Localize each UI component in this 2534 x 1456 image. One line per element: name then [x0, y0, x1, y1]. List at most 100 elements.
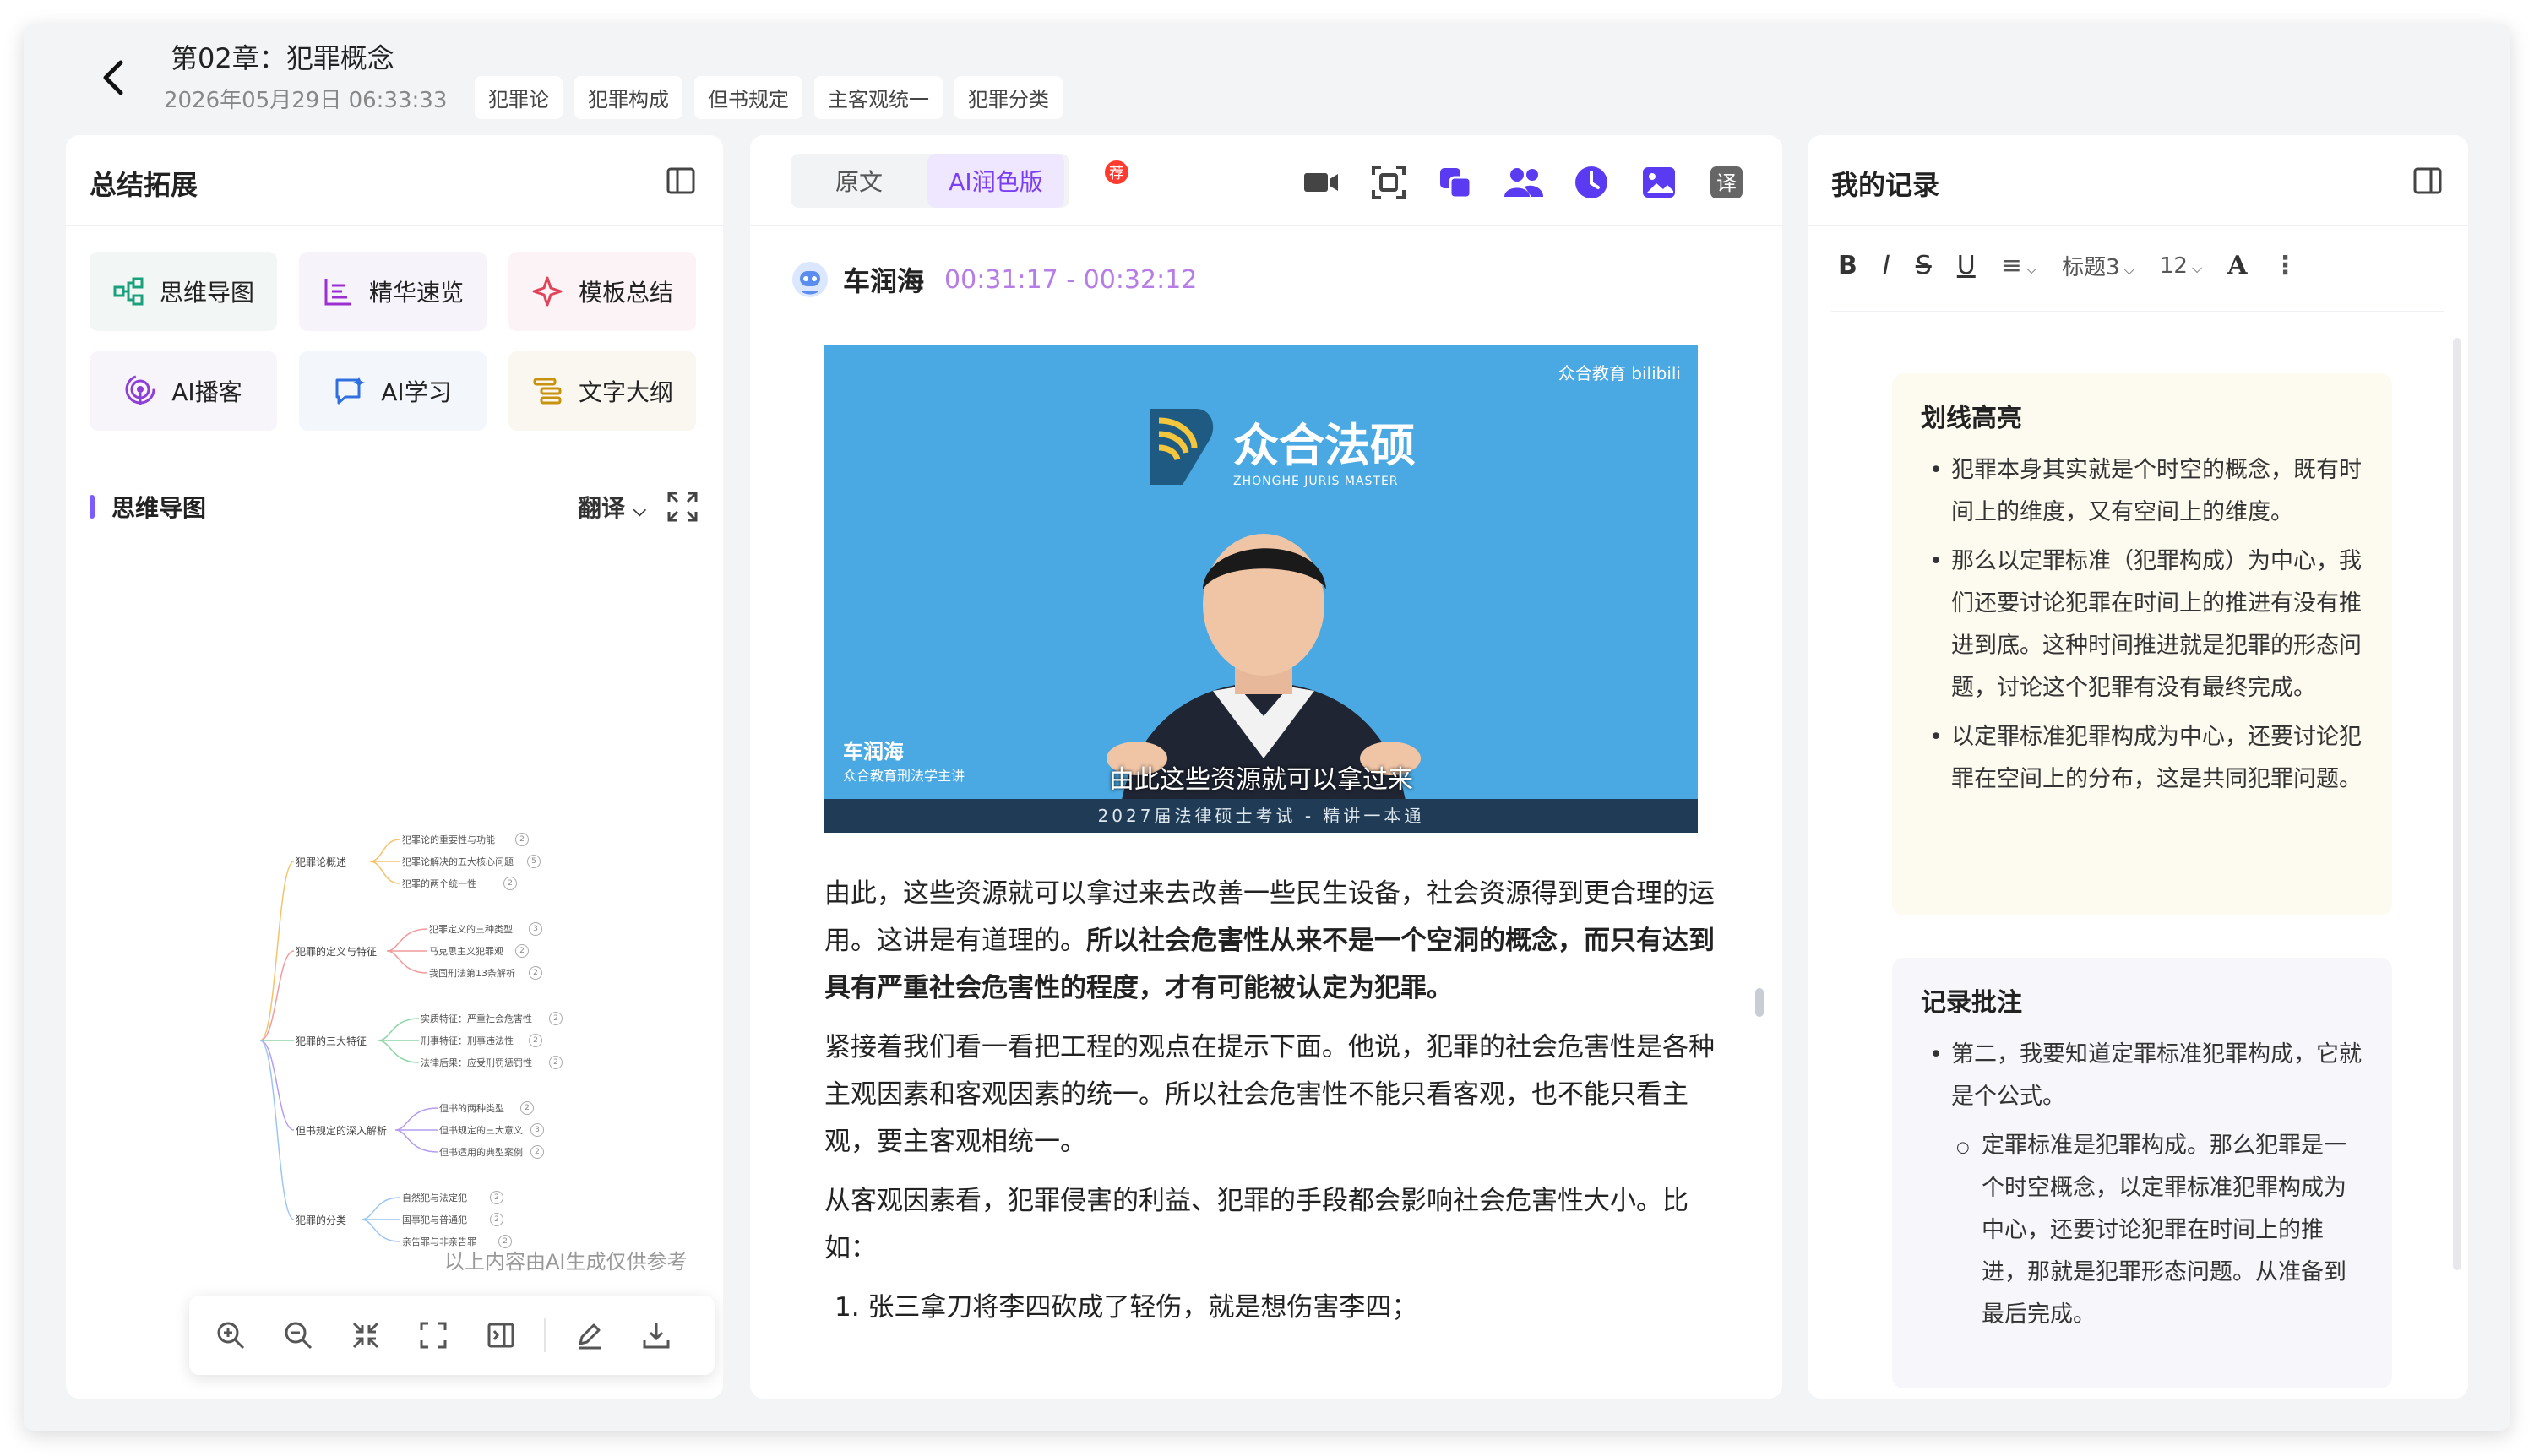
speaker-timestamp[interactable]: 00:31:17 - 00:32:12	[944, 265, 1197, 295]
underline-button[interactable]: U	[1957, 251, 1976, 280]
heading-dropdown[interactable]: 标题3 ⌵	[2062, 250, 2134, 281]
collapse-all-button[interactable]	[341, 1311, 390, 1360]
mindmap-leaf[interactable]: 马克思主义犯罪观	[429, 944, 503, 958]
tab-original[interactable]: 原文	[791, 154, 927, 208]
tab-ai-polished[interactable]: AI润色版	[927, 154, 1064, 208]
transcript-list-item: 1. 张三拿刀将李四砍成了轻伤，就是想伤害李四；	[835, 1292, 1418, 1323]
mindmap-leaf[interactable]: 但书规定的三大意义	[439, 1123, 523, 1137]
mindmap-leaf[interactable]: 国事犯与普通犯	[402, 1213, 467, 1226]
video-camera-icon	[1304, 173, 1338, 192]
strikethrough-button[interactable]: S	[1916, 251, 1932, 280]
mindmap-node[interactable]: 犯罪的分类	[296, 1213, 346, 1227]
annotation-sub-item[interactable]: 定罪标准是犯罪构成。那么犯罪是一个时空概念，以定罪标准犯罪构成为中心，还要讨论犯…	[1921, 1125, 2363, 1336]
outline-tool-button[interactable]: 文字大纲	[508, 351, 696, 431]
count-badge: 2	[490, 1191, 503, 1204]
speakers-button[interactable]	[1502, 160, 1546, 204]
mindmap-node[interactable]: 犯罪论概述	[296, 855, 346, 869]
mindmap-leaf[interactable]: 我国刑法第13条解析	[429, 966, 515, 980]
timestamp-button[interactable]	[1569, 160, 1613, 204]
translate-button[interactable]: 译	[1705, 160, 1748, 204]
mindmap-leaf[interactable]: 法律后果：应受刑罚惩罚性	[421, 1056, 532, 1069]
side-panel-button[interactable]	[476, 1311, 525, 1360]
tag-chip[interactable]: 犯罪分类	[954, 76, 1063, 119]
count-badge: 3	[530, 1123, 544, 1137]
highlight-item[interactable]: 那么以定罪标准（犯罪构成）为中心，我们还要讨论犯罪在时间上的推进有没有推进到底。…	[1921, 541, 2363, 709]
transcript-header: 原文 AI润色版 荐 译	[750, 135, 1782, 226]
highlight-item[interactable]: 以定罪标准犯罪构成为中心，还要讨论犯罪在空间上的分布，这是共同犯罪问题。	[1921, 716, 2363, 801]
annotation-item[interactable]: 第二，我要知道定罪标准犯罪构成，它就是个公式。	[1921, 1034, 2363, 1118]
video-button[interactable]	[1299, 160, 1343, 204]
video-player[interactable]: 众合教育 bilibili 众合法硕 ZHONGHE JURIS MASTER …	[824, 345, 1698, 833]
annotation-card: 记录批注 第二，我要知道定罪标准犯罪构成，它就是个公式。 定罪标准是犯罪构成。那…	[1892, 958, 2392, 1388]
svg-text:译: 译	[1716, 171, 1737, 195]
align-dropdown[interactable]: ≡ ⌵	[2001, 251, 2036, 280]
podcast-tool-button[interactable]: AI播客	[90, 351, 277, 431]
zoom-out-button[interactable]	[274, 1311, 323, 1360]
tag-chip[interactable]: 但书规定	[694, 76, 802, 119]
mindmap-leaf[interactable]: 犯罪定义的三种类型	[429, 922, 513, 936]
download-button[interactable]	[632, 1311, 681, 1360]
transcript-paragraph: 从客观因素看，犯罪侵害的利益、犯罪的手段都会影响社会危害性大小。比如：	[824, 1177, 1720, 1272]
mindmap-leaf[interactable]: 实质特征：严重社会危害性	[421, 1012, 532, 1025]
ai-disclaimer: 以上内容由AI生成仅供参考	[444, 1250, 688, 1274]
scrollbar-thumb[interactable]	[1755, 988, 1764, 1017]
template-tool-button[interactable]: 模板总结	[508, 252, 696, 331]
zoom-in-button[interactable]	[206, 1311, 255, 1360]
count-badge: 3	[529, 922, 542, 936]
highlight-item[interactable]: 犯罪本身其实就是个时空的概念，既有时间上的维度，又有空间上的维度。	[1921, 449, 2363, 534]
mindmap-leaf[interactable]: 犯罪的两个统一性	[402, 877, 476, 890]
count-badge: 5	[527, 855, 541, 868]
tag-chip[interactable]: 犯罪构成	[574, 76, 682, 119]
mindmap-node[interactable]: 但书规定的深入解析	[296, 1123, 387, 1138]
page-title: 第02章：犯罪概念	[171, 42, 394, 74]
mindmap-tool-button[interactable]: 思维导图	[90, 252, 277, 331]
notes-header: 我的记录	[1808, 135, 2468, 226]
tag-chip[interactable]: 主客观统一	[814, 76, 943, 119]
ai-learn-tool-button[interactable]: AI学习	[299, 351, 487, 431]
people-icon	[1504, 168, 1543, 197]
more-options-button[interactable]: ⋮	[2272, 251, 2297, 280]
notes-scrollbar[interactable]	[2453, 338, 2461, 1270]
collapse-panel-icon[interactable]	[2411, 164, 2444, 198]
translate-label: 翻译	[578, 494, 626, 522]
back-button[interactable]	[90, 54, 137, 101]
highlight-card-title: 划线高亮	[1921, 404, 2022, 433]
section-accent-bar	[90, 495, 95, 519]
mindmap-node[interactable]: 犯罪的三大特征	[296, 1034, 367, 1048]
image-button[interactable]	[1637, 160, 1681, 204]
mindmap-leaf[interactable]: 自然犯与法定犯	[402, 1191, 467, 1204]
mindmap-leaf[interactable]: 犯罪论解决的五大核心问题	[402, 855, 514, 868]
speaker-row: 车润海 00:31:17 - 00:32:12	[791, 260, 1197, 299]
mindmap-leaf[interactable]: 犯罪论的重要性与功能	[402, 833, 495, 846]
chevron-down-icon: ⌵	[2119, 262, 2134, 278]
bold-button[interactable]: B	[1838, 251, 1857, 280]
font-size-label: 12	[2159, 253, 2188, 279]
recommend-badge: 荐	[1103, 159, 1130, 186]
translate-dropdown[interactable]: 翻译 ⌵	[578, 490, 646, 524]
edit-button[interactable]	[564, 1311, 613, 1360]
mindmap-leaf[interactable]: 刑事特征：刑事违法性	[421, 1034, 514, 1047]
mindmap-canvas[interactable]: 犯罪论概述 犯罪论的重要性与功能 犯罪论解决的五大核心问题 犯罪的两个统一性 2…	[193, 659, 699, 1334]
toolbar-divider	[1831, 311, 2444, 312]
fit-screen-button[interactable]	[409, 1311, 458, 1360]
mindmap-leaf[interactable]: 但书的两种类型	[439, 1101, 504, 1115]
font-size-dropdown[interactable]: 12 ⌵	[2160, 253, 2202, 279]
fullscreen-icon[interactable]	[666, 490, 699, 524]
copy-button[interactable]	[1434, 160, 1478, 204]
mindmap-toolbar	[189, 1296, 715, 1375]
mindmap-leaf[interactable]: 但书适用的典型案例	[439, 1145, 523, 1159]
mindmap-node[interactable]: 犯罪的定义与特征	[296, 944, 377, 959]
count-badge: 2	[549, 1012, 563, 1025]
notes-title: 我的记录	[1831, 169, 1940, 201]
italic-button[interactable]: I	[1883, 251, 1890, 280]
top-bar: 第02章：犯罪概念 2026年05月29日 06:33:33 犯罪论 犯罪构成 …	[24, 24, 2510, 132]
screenshot-button[interactable]	[1367, 160, 1411, 204]
count-badge: 2	[529, 1034, 542, 1047]
zoom-out-icon	[285, 1322, 313, 1350]
summary-tool-button[interactable]: 精华速览	[299, 252, 487, 331]
tag-chip[interactable]: 犯罪论	[475, 76, 563, 119]
collapse-panel-icon[interactable]	[664, 164, 698, 198]
tool-label: 精华速览	[368, 279, 464, 307]
fit-screen-icon	[420, 1322, 447, 1349]
text-color-button[interactable]: A	[2227, 251, 2247, 280]
